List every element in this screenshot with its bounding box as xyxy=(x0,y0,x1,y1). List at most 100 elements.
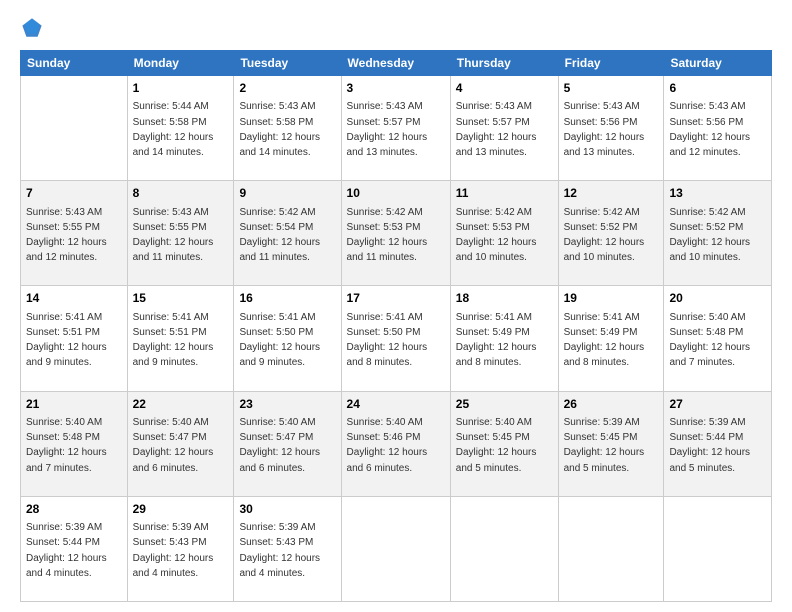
calendar-cell: 18Sunrise: 5:41 AMSunset: 5:49 PMDayligh… xyxy=(450,286,558,391)
calendar-cell: 17 Sunrise: 5:41 AMSunset: 5:50 PMDayligh… xyxy=(341,286,450,391)
day-info: Sunrise: 5:43 AMSunset: 5:58 PMDaylight:… xyxy=(239,101,320,158)
day-number: 23 xyxy=(239,396,335,413)
day-info: Sunrise: 5:39 AMSunset: 5:43 PMDaylight:… xyxy=(133,522,214,579)
day-number: 3 xyxy=(347,80,445,97)
logo xyxy=(20,16,48,40)
day-info: Sunrise: 5:39 AMSunset: 5:45 PMDaylight:… xyxy=(564,417,645,474)
day-info: Sunrise: 5:43 AMSunset: 5:55 PMDaylight:… xyxy=(133,207,214,264)
day-info: Sunrise: 5:43 AMSunset: 5:56 PMDaylight:… xyxy=(669,101,750,158)
calendar-cell: 16Sunrise: 5:41 AMSunset: 5:50 PMDayligh… xyxy=(234,286,341,391)
day-info: Sunrise: 5:39 AMSunset: 5:44 PMDaylight:… xyxy=(669,417,750,474)
day-info: Sunrise: 5:41 AMSunset: 5:51 PMDaylight:… xyxy=(133,312,214,369)
day-info: Sunrise: 5:44 AMSunset: 5:58 PMDaylight:… xyxy=(133,101,214,158)
day-info: Sunrise: 5:39 AMSunset: 5:43 PMDaylight:… xyxy=(239,522,320,579)
calendar-cell: 7Sunrise: 5:43 AMSunset: 5:55 PMDaylight… xyxy=(21,181,128,286)
day-number: 14 xyxy=(26,290,122,307)
day-info: Sunrise: 5:43 AMSunset: 5:56 PMDaylight:… xyxy=(564,101,645,158)
calendar-week-row: 28 Sunrise: 5:39 AMSunset: 5:44 PMDayligh… xyxy=(21,496,772,601)
calendar-cell xyxy=(558,496,664,601)
calendar-week-row: 14 Sunrise: 5:41 AMSunset: 5:51 PMDayligh… xyxy=(21,286,772,391)
day-info: Sunrise: 5:43 AMSunset: 5:57 PMDaylight:… xyxy=(456,101,537,158)
calendar-cell: 5 Sunrise: 5:43 AMSunset: 5:56 PMDaylight… xyxy=(558,76,664,181)
weekday-header: Wednesday xyxy=(341,51,450,76)
weekday-header: Tuesday xyxy=(234,51,341,76)
calendar-cell: 26 Sunrise: 5:39 AMSunset: 5:45 PMDayligh… xyxy=(558,391,664,496)
day-number: 17 xyxy=(347,290,445,307)
calendar-table: SundayMondayTuesdayWednesdayThursdayFrid… xyxy=(20,50,772,602)
day-number: 2 xyxy=(239,80,335,97)
calendar-cell: 1Sunrise: 5:44 AMSunset: 5:58 PMDaylight… xyxy=(127,76,234,181)
weekday-header: Monday xyxy=(127,51,234,76)
day-number: 28 xyxy=(26,501,122,518)
calendar-cell: 12 Sunrise: 5:42 AMSunset: 5:52 PMDayligh… xyxy=(558,181,664,286)
day-info: Sunrise: 5:40 AMSunset: 5:48 PMDaylight:… xyxy=(669,312,750,369)
calendar-week-row: 1Sunrise: 5:44 AMSunset: 5:58 PMDaylight… xyxy=(21,76,772,181)
day-number: 9 xyxy=(239,185,335,202)
calendar-cell: 21Sunrise: 5:40 AMSunset: 5:48 PMDayligh… xyxy=(21,391,128,496)
calendar-cell: 20 Sunrise: 5:40 AMSunset: 5:48 PMDayligh… xyxy=(664,286,772,391)
calendar-cell xyxy=(21,76,128,181)
calendar-cell: 30 Sunrise: 5:39 AMSunset: 5:43 PMDayligh… xyxy=(234,496,341,601)
calendar-cell: 13Sunrise: 5:42 AMSunset: 5:52 PMDayligh… xyxy=(664,181,772,286)
day-number: 20 xyxy=(669,290,766,307)
day-info: Sunrise: 5:40 AMSunset: 5:47 PMDaylight:… xyxy=(239,417,320,474)
calendar-cell: 23 Sunrise: 5:40 AMSunset: 5:47 PMDayligh… xyxy=(234,391,341,496)
calendar-cell xyxy=(664,496,772,601)
day-number: 4 xyxy=(456,80,553,97)
calendar-cell: 14 Sunrise: 5:41 AMSunset: 5:51 PMDayligh… xyxy=(21,286,128,391)
logo-icon xyxy=(20,16,44,40)
day-info: Sunrise: 5:41 AMSunset: 5:50 PMDaylight:… xyxy=(347,312,428,369)
calendar-cell: 25 Sunrise: 5:40 AMSunset: 5:45 PMDayligh… xyxy=(450,391,558,496)
weekday-header: Thursday xyxy=(450,51,558,76)
calendar-cell xyxy=(341,496,450,601)
day-number: 30 xyxy=(239,501,335,518)
day-number: 5 xyxy=(564,80,659,97)
day-number: 27 xyxy=(669,396,766,413)
header xyxy=(20,16,772,40)
day-number: 16 xyxy=(239,290,335,307)
calendar-cell: 15 Sunrise: 5:41 AMSunset: 5:51 PMDayligh… xyxy=(127,286,234,391)
day-number: 25 xyxy=(456,396,553,413)
calendar-cell: 11 Sunrise: 5:42 AMSunset: 5:53 PMDayligh… xyxy=(450,181,558,286)
calendar-cell: 4 Sunrise: 5:43 AMSunset: 5:57 PMDaylight… xyxy=(450,76,558,181)
day-number: 12 xyxy=(564,185,659,202)
calendar-cell: 3 Sunrise: 5:43 AMSunset: 5:57 PMDaylight… xyxy=(341,76,450,181)
calendar-cell: 29 Sunrise: 5:39 AMSunset: 5:43 PMDayligh… xyxy=(127,496,234,601)
day-number: 22 xyxy=(133,396,229,413)
day-number: 11 xyxy=(456,185,553,202)
day-info: Sunrise: 5:40 AMSunset: 5:46 PMDaylight:… xyxy=(347,417,428,474)
calendar-cell: 8 Sunrise: 5:43 AMSunset: 5:55 PMDaylight… xyxy=(127,181,234,286)
weekday-header: Friday xyxy=(558,51,664,76)
calendar-cell: 9 Sunrise: 5:42 AMSunset: 5:54 PMDaylight… xyxy=(234,181,341,286)
day-info: Sunrise: 5:42 AMSunset: 5:54 PMDaylight:… xyxy=(239,207,320,264)
calendar-week-row: 21Sunrise: 5:40 AMSunset: 5:48 PMDayligh… xyxy=(21,391,772,496)
day-info: Sunrise: 5:42 AMSunset: 5:52 PMDaylight:… xyxy=(669,207,750,264)
day-info: Sunrise: 5:42 AMSunset: 5:52 PMDaylight:… xyxy=(564,207,645,264)
day-number: 18 xyxy=(456,290,553,307)
calendar-cell: 24 Sunrise: 5:40 AMSunset: 5:46 PMDayligh… xyxy=(341,391,450,496)
day-info: Sunrise: 5:43 AMSunset: 5:57 PMDaylight:… xyxy=(347,101,428,158)
calendar-week-row: 7Sunrise: 5:43 AMSunset: 5:55 PMDaylight… xyxy=(21,181,772,286)
calendar-cell: 28 Sunrise: 5:39 AMSunset: 5:44 PMDayligh… xyxy=(21,496,128,601)
calendar-cell xyxy=(450,496,558,601)
calendar-cell: 6 Sunrise: 5:43 AMSunset: 5:56 PMDaylight… xyxy=(664,76,772,181)
day-info: Sunrise: 5:39 AMSunset: 5:44 PMDaylight:… xyxy=(26,522,107,579)
day-number: 10 xyxy=(347,185,445,202)
calendar-cell: 27 Sunrise: 5:39 AMSunset: 5:44 PMDayligh… xyxy=(664,391,772,496)
calendar-cell: 19Sunrise: 5:41 AMSunset: 5:49 PMDayligh… xyxy=(558,286,664,391)
day-number: 24 xyxy=(347,396,445,413)
day-info: Sunrise: 5:41 AMSunset: 5:51 PMDaylight:… xyxy=(26,312,107,369)
calendar-cell: 10 Sunrise: 5:42 AMSunset: 5:53 PMDayligh… xyxy=(341,181,450,286)
day-info: Sunrise: 5:40 AMSunset: 5:47 PMDaylight:… xyxy=(133,417,214,474)
day-number: 26 xyxy=(564,396,659,413)
day-info: Sunrise: 5:40 AMSunset: 5:45 PMDaylight:… xyxy=(456,417,537,474)
day-number: 6 xyxy=(669,80,766,97)
day-info: Sunrise: 5:42 AMSunset: 5:53 PMDaylight:… xyxy=(347,207,428,264)
weekday-header: Sunday xyxy=(21,51,128,76)
day-number: 29 xyxy=(133,501,229,518)
header-row: SundayMondayTuesdayWednesdayThursdayFrid… xyxy=(21,51,772,76)
day-info: Sunrise: 5:43 AMSunset: 5:55 PMDaylight:… xyxy=(26,207,107,264)
day-number: 8 xyxy=(133,185,229,202)
day-info: Sunrise: 5:42 AMSunset: 5:53 PMDaylight:… xyxy=(456,207,537,264)
day-number: 15 xyxy=(133,290,229,307)
